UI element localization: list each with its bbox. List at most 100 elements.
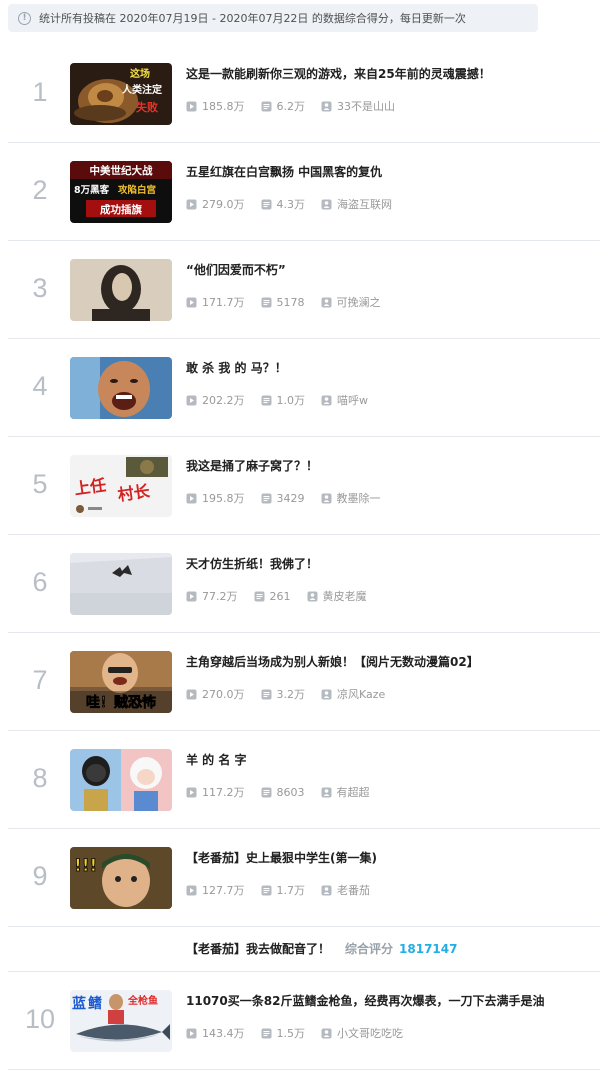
video-thumbnail[interactable] <box>70 259 172 321</box>
up-author-icon <box>321 493 332 504</box>
svg-text:中美世纪大战: 中美世纪大战 <box>90 164 153 177</box>
author-link[interactable]: 小文哥吃吃吃 <box>321 1025 403 1041</box>
video-thumbnail[interactable]: 中美世纪大战 8万黑客 攻陷白宫成功插旗 <box>70 161 172 223</box>
author-link[interactable]: 喵呼w <box>321 392 368 408</box>
author-link[interactable]: 33不是山山 <box>321 98 395 114</box>
video-thumbnail[interactable] <box>70 553 172 615</box>
author-link-value: 可挽澜之 <box>336 296 381 309</box>
author-link[interactable]: 可挽澜之 <box>321 294 381 310</box>
play-count-icon <box>186 199 197 210</box>
author-link[interactable]: 老番茄 <box>321 882 370 898</box>
author-link[interactable]: 海盗互联网 <box>321 196 392 212</box>
related-video-row: 【老番茄】我去做配音了！ 综合评分 1817147 <box>0 927 600 972</box>
video-thumbnail[interactable]: 这场 人类注定 失败 <box>70 63 172 125</box>
video-thumbnail[interactable]: 上任 村长 <box>70 455 172 517</box>
play-count-value: 279.0万 <box>202 198 245 211</box>
author-link-value: 喵呼w <box>337 394 368 407</box>
danmaku-icon <box>261 395 272 406</box>
up-author-icon <box>321 1028 332 1039</box>
video-title-link[interactable]: 五星红旗在白宫飘扬 中国黑客的复仇 <box>186 163 586 180</box>
up-author-icon <box>321 885 332 896</box>
video-title-link[interactable]: 【老番茄】史上最狠中学生(第一集) <box>186 849 586 866</box>
up-author-icon <box>321 199 332 210</box>
author-link[interactable]: 黄皮老魔 <box>307 588 367 604</box>
svg-text:全枪鱼: 全枪鱼 <box>127 994 158 1007</box>
danmaku-icon <box>261 1028 272 1039</box>
video-title-link[interactable]: 敢 杀 我 的 马？！ <box>186 359 586 376</box>
svg-text:哇！贼恐怖: 哇！贼恐怖 <box>86 694 156 711</box>
rank-number: 10 <box>24 1004 56 1034</box>
svg-text:成功插旗: 成功插旗 <box>100 203 142 216</box>
author-link-value: 有超超 <box>336 786 370 799</box>
play-count: 202.2万 <box>186 392 245 408</box>
play-count-icon <box>186 493 197 504</box>
video-stats: 171.7万 5178 可挽澜之 <box>186 294 397 310</box>
video-thumbnail[interactable]: !!! <box>70 847 172 909</box>
up-author-icon <box>307 591 318 602</box>
ranking-notice-bar: ! 统计所有投稿在 2020年07月19日 - 2020年07月22日 的数据综… <box>8 4 538 32</box>
svg-text:鳍: 鳍 <box>88 995 102 1012</box>
author-link[interactable]: 有超超 <box>321 784 370 800</box>
author-link[interactable]: 教墨除一 <box>321 490 381 506</box>
danmaku-count: 4.3万 <box>261 196 305 212</box>
video-stats: 117.2万 8603 有超超 <box>186 784 386 800</box>
rank-number: 3 <box>32 273 48 303</box>
video-title-link[interactable]: 这是一款能刷新你三观的游戏，来自25年前的灵魂震撼！ <box>186 65 586 82</box>
video-title-link[interactable]: 11070买一条82斤蓝鳍金枪鱼，经费再次爆表，一刀下去满手是油 <box>186 992 586 1009</box>
rank-item: 2 中美世纪大战 8万黑客 攻陷白宫 成功插旗 五星红旗在白宫飘扬 中国黑客的复仇 279.… <box>0 143 600 241</box>
play-count: 117.2万 <box>186 784 245 800</box>
video-title-link[interactable]: 天才仿生折纸！我佛了！ <box>186 555 586 572</box>
related-video-title-link[interactable]: 【老番茄】我去做配音了！ <box>186 940 330 957</box>
video-stats: 270.0万 3.2万 凉风Kaze <box>186 686 401 702</box>
danmaku-icon <box>261 199 272 210</box>
play-count: 77.2万 <box>186 588 238 604</box>
svg-text:蓝: 蓝 <box>72 995 86 1012</box>
play-count: 171.7万 <box>186 294 245 310</box>
play-count-value: 202.2万 <box>202 394 245 407</box>
author-link-value: 老番茄 <box>337 884 370 897</box>
score-label: 综合评分 <box>345 942 394 956</box>
author-link-value: 海盗互联网 <box>337 198 392 211</box>
video-stats: 127.7万 1.7万 老番茄 <box>186 882 386 898</box>
video-title-link[interactable]: 羊 的 名 字 <box>186 751 586 768</box>
play-count-icon <box>186 1028 197 1039</box>
author-link-value: 教墨除一 <box>336 492 381 505</box>
danmaku-icon <box>261 297 272 308</box>
danmaku-count-value: 6.2万 <box>276 100 306 113</box>
author-link[interactable]: 凉风Kaze <box>321 686 385 702</box>
play-count: 279.0万 <box>186 196 245 212</box>
video-thumbnail[interactable] <box>70 357 172 419</box>
danmaku-count: 8603 <box>261 786 305 799</box>
play-count-value: 143.4万 <box>202 1027 245 1040</box>
rank-number: 7 <box>32 665 48 695</box>
danmaku-icon <box>261 787 272 798</box>
rank-number: 4 <box>32 371 48 401</box>
danmaku-count: 5178 <box>261 296 305 309</box>
video-title-link[interactable]: 我这是捅了麻子窝了？！ <box>186 457 586 474</box>
up-author-icon <box>321 787 332 798</box>
info-icon: ! <box>18 11 31 25</box>
author-link-value: 凉风Kaze <box>337 688 386 701</box>
danmaku-count: 1.0万 <box>261 392 305 408</box>
rank-number: 5 <box>32 469 48 499</box>
svg-text:失败: 失败 <box>136 100 158 114</box>
play-count: 195.8万 <box>186 490 245 506</box>
svg-text:攻陷白宫: 攻陷白宫 <box>118 184 156 196</box>
video-thumbnail[interactable]: 蓝鳍 全枪鱼 <box>70 990 172 1052</box>
svg-text:8万黑客: 8万黑客 <box>74 184 110 196</box>
video-thumbnail[interactable]: 哇！贼恐怖 <box>70 651 172 713</box>
danmaku-icon <box>254 591 265 602</box>
video-thumbnail[interactable] <box>70 749 172 811</box>
video-title-link[interactable]: 主角穿越后当场成为别人新娘！【阅片无数动漫篇02】 <box>186 653 586 670</box>
ranking-notice-text: 统计所有投稿在 2020年07月19日 - 2020年07月22日 的数据综合得… <box>39 12 466 25</box>
play-count: 270.0万 <box>186 686 245 702</box>
video-title-link[interactable]: “他们因爱而不朽” <box>186 261 586 278</box>
score-value: 1817147 <box>399 942 458 956</box>
video-stats: 77.2万 261 黄皮老魔 <box>186 588 383 604</box>
rank-item: 4 敢 杀 我 的 马？！ 202.2万 1.0万 喵呼w <box>0 339 600 437</box>
play-count: 127.7万 <box>186 882 245 898</box>
danmaku-count: 1.7万 <box>261 882 305 898</box>
play-count-icon <box>186 101 197 112</box>
rank-item: 7 哇！贼恐怖 主角穿越后当场成为别人新娘！【阅片无数动漫篇02】 270.0万 3.2… <box>0 633 600 731</box>
related-video-score: 综合评分 1817147 <box>345 940 457 957</box>
